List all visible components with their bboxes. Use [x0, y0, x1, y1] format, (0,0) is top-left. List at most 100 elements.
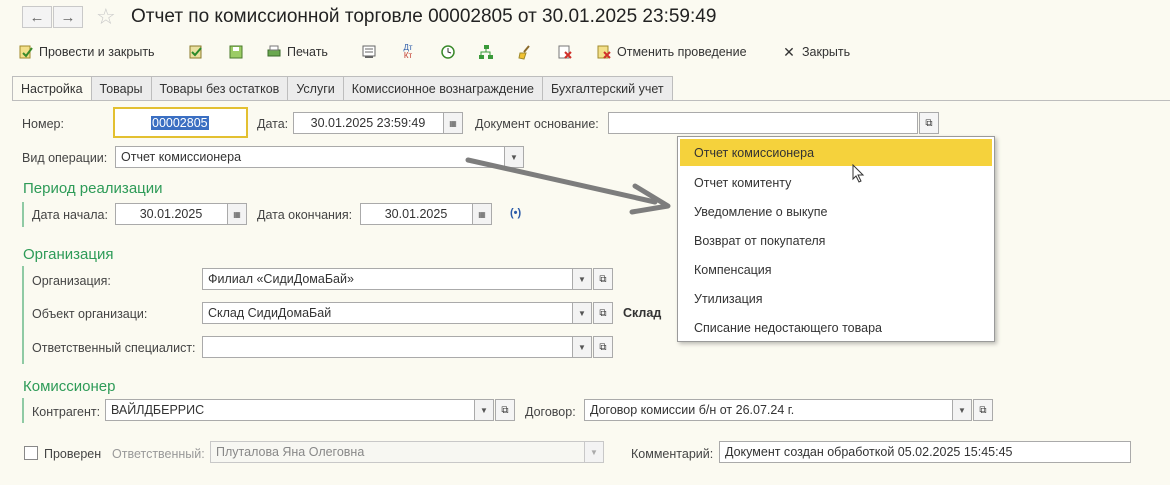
post-and-close-button[interactable]: Провести и закрыть — [18, 42, 155, 62]
counterparty-dropdown-chevron-icon[interactable]: ▼ — [474, 400, 493, 420]
resp-value: Плуталова Яна Олеговна — [216, 445, 365, 459]
structure-button[interactable] — [361, 42, 377, 62]
forward-button[interactable]: → — [53, 6, 83, 28]
post-close-icon — [18, 44, 34, 60]
operation-dropdown-list: Отчет комиссионера Отчет комитенту Уведо… — [677, 136, 995, 342]
org-field[interactable]: Филиал «СидиДомаБай» ▼ — [202, 268, 592, 290]
start-calendar-icon[interactable]: ▦ — [227, 204, 246, 224]
org-label: Организация: — [32, 274, 111, 288]
counterparty-value: ВАЙЛДБЕРРИС — [111, 403, 205, 417]
basis-open-button[interactable]: ⧉ — [919, 112, 939, 134]
window-title: Отчет по комиссионной торговле 00002805 … — [131, 6, 717, 27]
print-label: Печать — [287, 45, 328, 59]
contract-value: Договор комиссии б/н от 26.07.24 г. — [590, 403, 795, 417]
org-dropdown-chevron-icon[interactable]: ▼ — [572, 269, 591, 289]
dt-kt-button[interactable]: Дт Кт — [400, 42, 416, 62]
dt-kt-icon: Дт Кт — [403, 43, 413, 60]
operation-label: Вид операции: — [22, 151, 108, 165]
unpost-label: Отменить проведение — [617, 45, 747, 59]
commissioner-section-title: Комиссионер — [23, 378, 116, 395]
start-date-field[interactable]: 30.01.2025 ▦ — [115, 203, 247, 225]
responsible-field[interactable]: ▼ — [202, 336, 592, 358]
org-object-type: Склад — [623, 306, 662, 320]
printer-icon — [266, 44, 282, 60]
document-list-icon — [361, 44, 377, 60]
dropdown-item-consignor-report[interactable]: Отчет комитенту — [678, 168, 994, 197]
org-object-field[interactable]: Склад СидиДомаБай ▼ — [202, 302, 592, 324]
save-icon — [228, 44, 244, 60]
org-object-value: Склад СидиДомаБай — [208, 306, 332, 320]
post-close-label: Провести и закрыть — [39, 45, 155, 59]
back-button[interactable]: ← — [22, 6, 52, 28]
tab-bar: Настройка Товары Товары без остатков Усл… — [12, 76, 673, 101]
broom-icon — [517, 44, 533, 60]
commissioner-section-bar — [22, 398, 24, 423]
hierarchy-button[interactable] — [478, 42, 494, 62]
open-window-icon: ⧉ — [925, 117, 933, 129]
org-object-label: Объект организаци: — [32, 307, 148, 321]
tab-goods-no-stock[interactable]: Товары без остатков — [151, 76, 289, 101]
dropdown-item-compensation[interactable]: Компенсация — [678, 255, 994, 284]
clock-icon — [440, 44, 456, 60]
dropdown-item-disposal[interactable]: Утилизация — [678, 284, 994, 313]
unpost-button[interactable]: Отменить проведение — [596, 42, 747, 62]
calendar-icon[interactable]: ▦ — [443, 113, 462, 133]
tab-services[interactable]: Услуги — [288, 76, 344, 101]
org-value: Филиал «СидиДомаБай» — [208, 272, 354, 286]
date-value: 30.01.2025 23:59:49 — [310, 116, 426, 130]
contract-dropdown-chevron-icon[interactable]: ▼ — [952, 400, 971, 420]
dropdown-item-customer-return[interactable]: Возврат от покупателя — [678, 226, 994, 255]
tab-commission-fee[interactable]: Комиссионное вознаграждение — [343, 76, 543, 101]
post-icon — [188, 44, 204, 60]
contract-open-button[interactable]: ⧉ — [973, 399, 993, 421]
print-button[interactable]: Печать — [266, 42, 328, 62]
end-date-label: Дата окончания: — [257, 208, 353, 222]
org-object-open-button[interactable]: ⧉ — [593, 302, 613, 324]
history-button[interactable] — [440, 42, 456, 62]
close-button[interactable]: ✕ Закрыть — [781, 42, 850, 62]
tab-divider — [12, 100, 1170, 101]
dropdown-item-buyout-notice[interactable]: Уведомление о выкупе — [678, 197, 994, 226]
mouse-cursor-icon — [852, 164, 865, 183]
period-section-bar — [22, 202, 24, 227]
responsible-dropdown-chevron-icon[interactable]: ▼ — [572, 337, 591, 357]
clear-button[interactable] — [517, 42, 533, 62]
org-object-dropdown-chevron-icon[interactable]: ▼ — [572, 303, 591, 323]
contract-field[interactable]: Договор комиссии б/н от 26.07.24 г. ▼ — [584, 399, 972, 421]
checked-checkbox[interactable] — [24, 446, 38, 460]
comment-field[interactable]: Документ создан обработкой 05.02.2025 15… — [719, 441, 1131, 463]
dropdown-item-shortage-writeoff[interactable]: Списание недостающего товара — [678, 313, 994, 342]
tab-settings[interactable]: Настройка — [12, 76, 92, 101]
comment-value: Документ создан обработкой 05.02.2025 15… — [725, 445, 1013, 459]
forward-arrow-icon: → — [60, 8, 76, 26]
dropdown-item-commissioner-report[interactable]: Отчет комиссионера — [680, 139, 992, 166]
responsible-label: Ответственный специалист: — [32, 341, 196, 355]
annotation-arrow — [465, 157, 671, 215]
checked-label[interactable]: Проверен — [44, 447, 101, 461]
close-label: Закрыть — [802, 45, 851, 59]
favorite-star-icon[interactable]: ☆ — [96, 4, 116, 30]
responsible-open-button[interactable]: ⧉ — [593, 336, 613, 358]
tab-accounting[interactable]: Бухгалтерский учет — [543, 76, 673, 101]
resp-label: Ответственный: — [112, 447, 205, 461]
tab-goods[interactable]: Товары — [91, 76, 152, 101]
basis-field[interactable] — [608, 112, 918, 134]
org-open-button[interactable]: ⧉ — [593, 268, 613, 290]
post-button[interactable] — [188, 42, 204, 62]
counterparty-open-button[interactable]: ⧉ — [495, 399, 515, 421]
number-label: Номер: — [22, 117, 64, 131]
resp-dropdown-chevron-icon: ▼ — [584, 442, 603, 462]
save-button[interactable] — [228, 42, 244, 62]
counterparty-label: Контрагент: — [32, 405, 101, 419]
period-section-title: Период реализации — [23, 180, 163, 197]
delete-button[interactable] — [557, 42, 573, 62]
open-window-icon: ⧉ — [599, 307, 607, 319]
open-window-icon: ⧉ — [501, 404, 509, 416]
date-field[interactable]: 30.01.2025 23:59:49 ▦ — [293, 112, 463, 134]
start-date-value: 30.01.2025 — [139, 207, 203, 221]
open-window-icon: ⧉ — [979, 404, 987, 416]
back-arrow-icon: ← — [29, 8, 45, 26]
start-date-label: Дата начала: — [32, 208, 108, 222]
counterparty-field[interactable]: ВАЙЛДБЕРРИС ▼ — [105, 399, 494, 421]
number-field[interactable]: 00002805 — [113, 107, 248, 138]
